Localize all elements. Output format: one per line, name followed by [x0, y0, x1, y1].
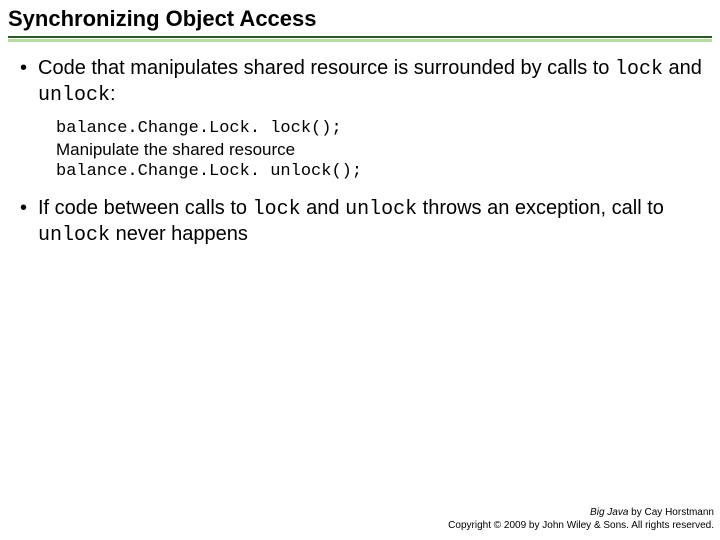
- bullet1-post: :: [110, 83, 116, 105]
- footer: Big Java by Cay Horstmann Copyright © 20…: [448, 507, 714, 532]
- footer-book-title: Big Java: [590, 507, 628, 518]
- bullet-item-2: If code between calls to lock and unlock…: [18, 196, 702, 248]
- bullet1-code-lock: lock: [615, 58, 663, 81]
- title-rule-dark: [8, 36, 712, 38]
- page-title: Synchronizing Object Access: [8, 6, 712, 32]
- code-block: balance.Change.Lock. lock(); Manipulate …: [56, 118, 702, 182]
- bullet1-code-unlock: unlock: [38, 84, 110, 107]
- title-block: Synchronizing Object Access: [0, 0, 720, 42]
- footer-copyright: Copyright © 2009 by John Wiley & Sons. A…: [448, 520, 714, 533]
- footer-author: by Cay Horstmann: [628, 507, 714, 518]
- bullet2-mid: and: [301, 197, 345, 219]
- footer-line-1: Big Java by Cay Horstmann: [448, 507, 714, 520]
- bullet1-mid: and: [663, 57, 702, 79]
- code-line-1: balance.Change.Lock. lock();: [56, 118, 702, 139]
- bullet2-code-lock: lock: [253, 198, 301, 221]
- bullet2-code-unlock2: unlock: [38, 224, 110, 247]
- bullet2-post1: throws an exception, call to: [417, 197, 664, 219]
- bullet2-post2: never happens: [110, 223, 248, 245]
- bullet-list-2: If code between calls to lock and unlock…: [18, 196, 702, 248]
- content-area: Code that manipulates shared resource is…: [0, 42, 720, 248]
- code-line-3: balance.Change.Lock. unlock();: [56, 161, 702, 182]
- bullet1-pre: Code that manipulates shared resource is…: [38, 57, 615, 79]
- bullet2-pre: If code between calls to: [38, 197, 253, 219]
- bullet2-code-unlock: unlock: [345, 198, 417, 221]
- bullet-item-1: Code that manipulates shared resource is…: [18, 56, 702, 108]
- code-line-2: Manipulate the shared resource: [56, 139, 702, 160]
- bullet-list: Code that manipulates shared resource is…: [18, 56, 702, 108]
